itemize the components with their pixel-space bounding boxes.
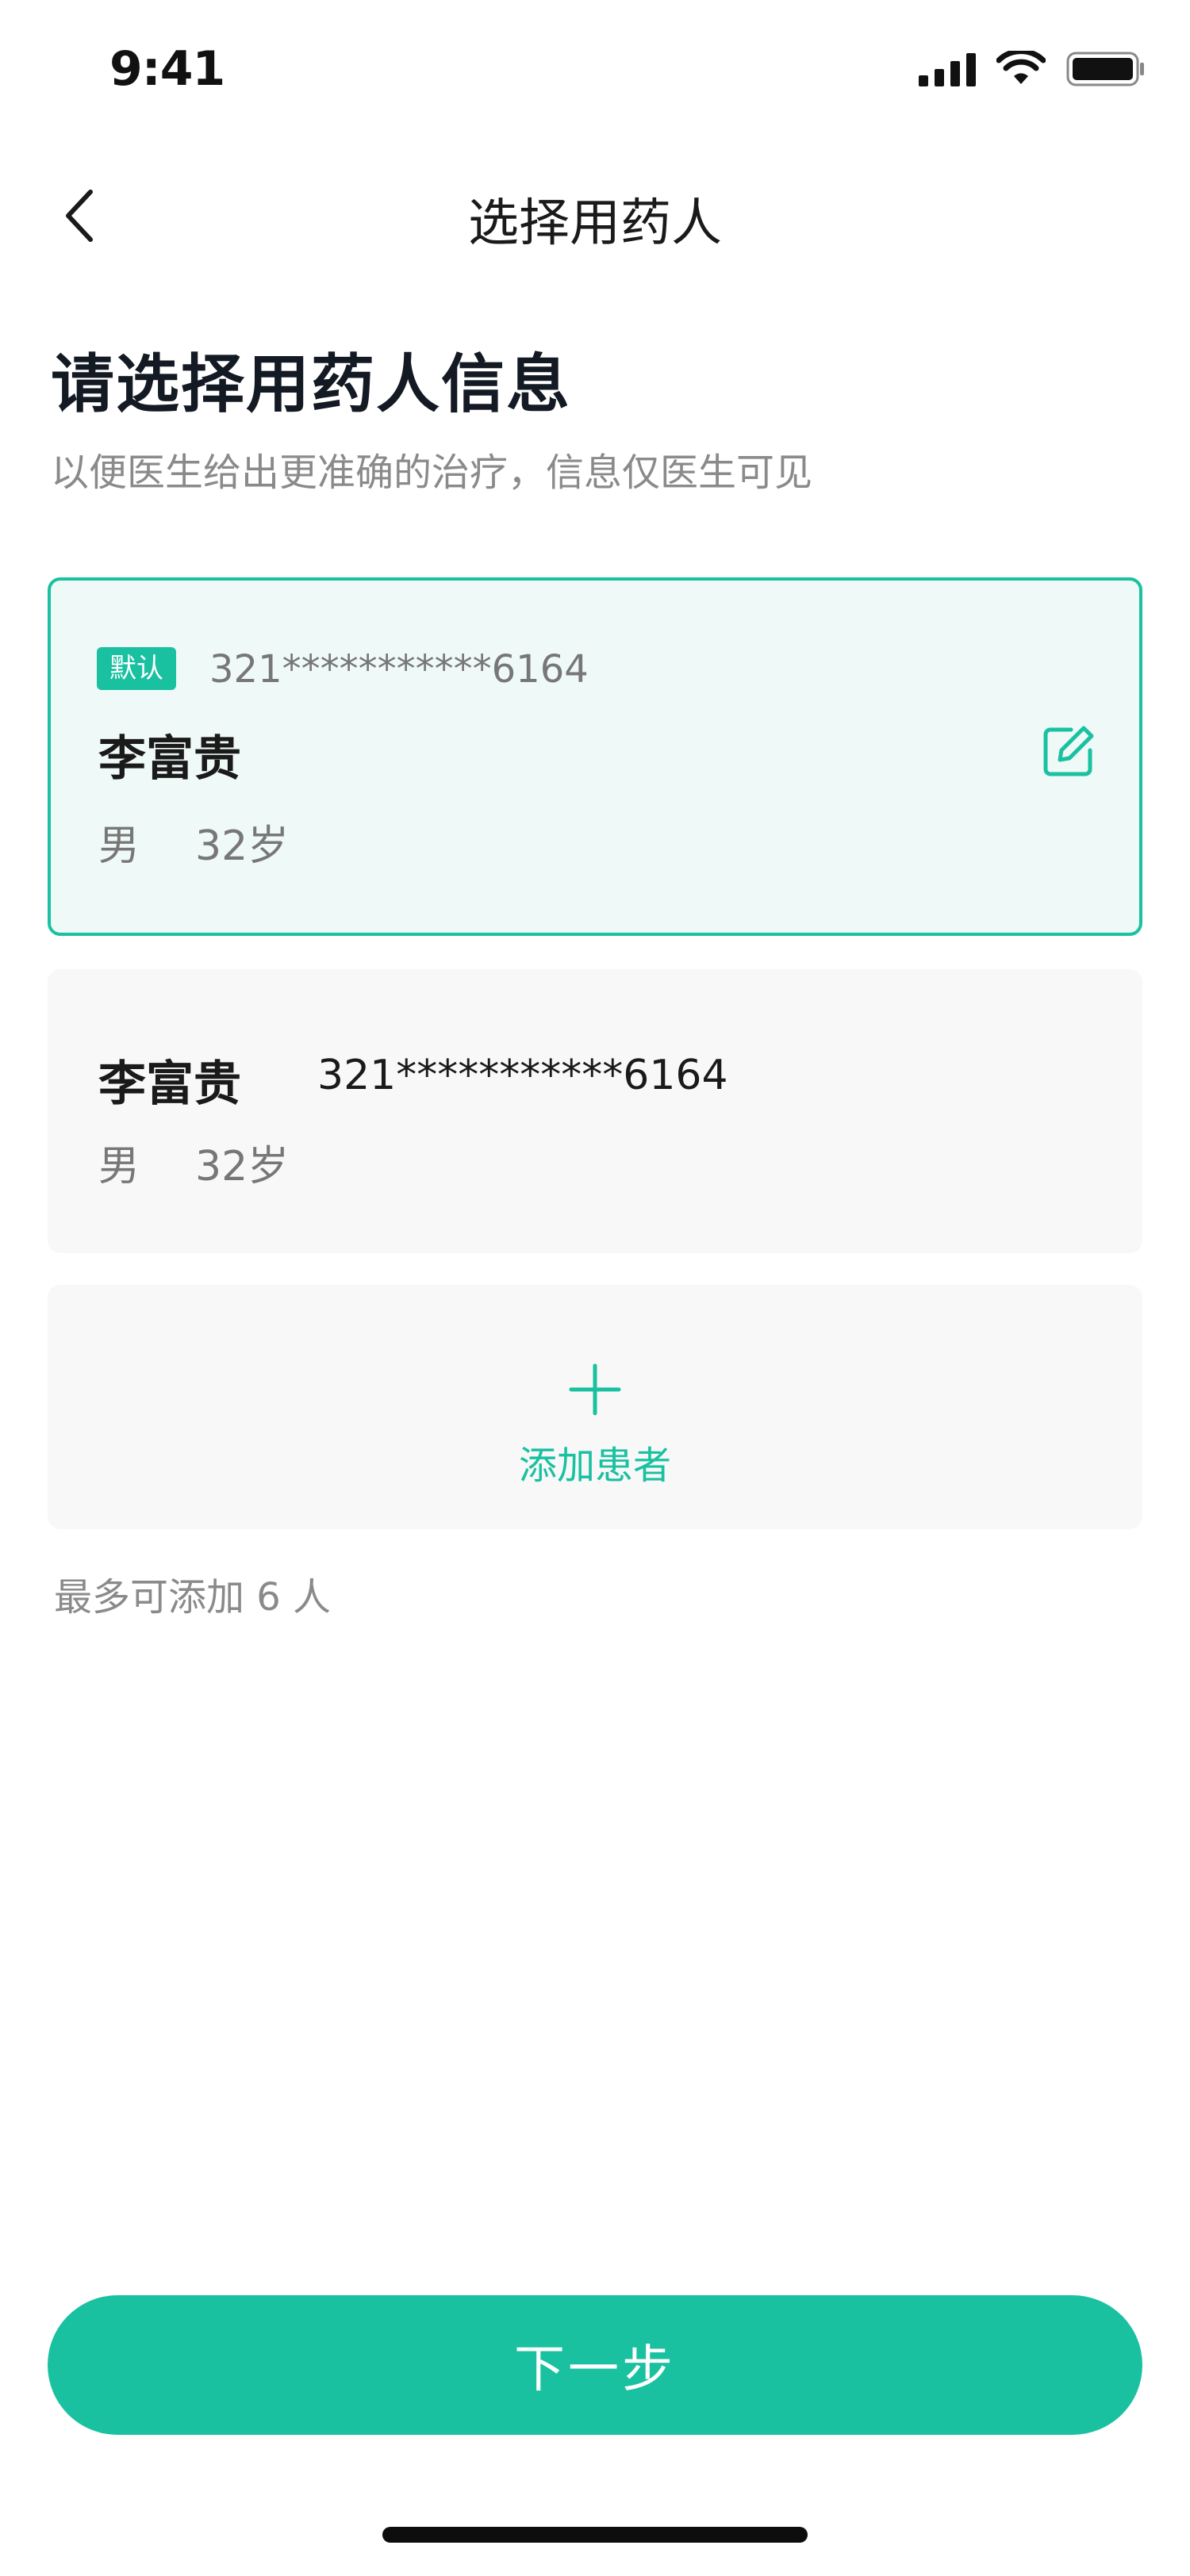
nav-bar: 选择用药人: [0, 159, 1190, 262]
page-title: 请选择用药人信息: [51, 347, 571, 421]
nav-title: 选择用药人: [468, 194, 722, 253]
status-time: 9:41: [109, 41, 225, 97]
cellular-signal-icon: [919, 53, 976, 86]
add-patient-card[interactable]: 添加患者: [48, 1285, 1142, 1529]
default-badge: 默认: [97, 647, 176, 690]
patient-info: 男 32岁: [98, 812, 289, 872]
battery-icon: [1066, 52, 1144, 86]
patient-name: 李富贵: [98, 731, 241, 787]
patient-card-selected[interactable]: 默认 321***********6164 李富贵 男 32岁: [48, 577, 1142, 936]
plus-icon: [563, 1358, 627, 1421]
page-subtitle: 以便医生给出更准确的治疗，信息仅医生可见: [51, 450, 813, 495]
patient-gender: 男: [98, 1143, 140, 1190]
status-bar: 9:41: [0, 0, 1190, 143]
patient-card[interactable]: 李富贵 321***********6164 男 32岁: [48, 969, 1142, 1253]
edit-icon: [1043, 726, 1094, 776]
patient-name: 李富贵: [98, 1056, 241, 1112]
patient-id-number: 321***********6164: [209, 647, 589, 692]
add-patient-label: 添加患者: [518, 1443, 671, 1488]
patient-gender: 男: [98, 822, 140, 870]
wifi-icon: [996, 51, 1046, 84]
patient-id-number: 321***********6164: [317, 1052, 728, 1099]
status-icons: [919, 49, 1146, 89]
limit-note: 最多可添加 6 人: [54, 1575, 332, 1620]
patient-age: 32岁: [195, 822, 290, 870]
next-step-button[interactable]: 下一步: [48, 2295, 1142, 2435]
patient-info: 男 32岁: [98, 1133, 289, 1192]
home-indicator: [382, 2527, 808, 2543]
edit-patient-button[interactable]: [1041, 723, 1096, 779]
patient-age: 32岁: [195, 1143, 290, 1190]
